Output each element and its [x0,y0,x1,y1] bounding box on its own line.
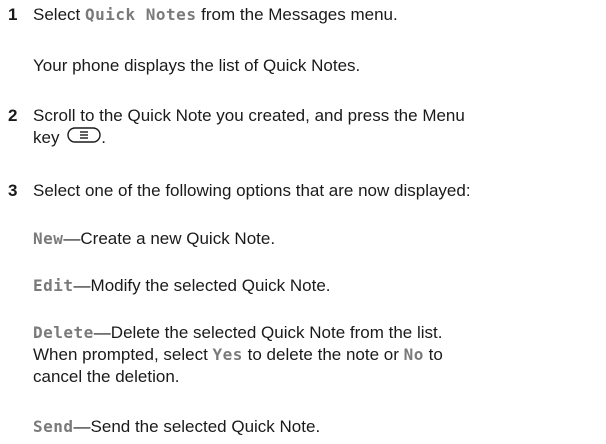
step-1-post: from the Messages menu. [196,5,398,24]
step-2-period: . [101,128,106,147]
delete-line2-post: to [423,345,443,364]
step-1-note: Your phone displays the list of Quick No… [33,56,361,75]
step-number: 2 [8,106,18,125]
manual-page: 1 Select Quick Notes from the Messages m… [0,0,606,444]
option-send: Send—Send the selected Quick Note. [33,416,593,438]
send-term: Send [33,417,74,436]
new-term: New [33,229,64,248]
delete-term: Delete [33,323,94,342]
option-edit-desc: —Modify the selected Quick Note. [73,276,331,295]
delete-line2-pre: When prompted, select [33,345,213,364]
step-2-line-1: Scroll to the Quick Note you created, an… [33,106,465,125]
option-new-desc: —Create a new Quick Note. [63,229,276,248]
option-send-desc: —Send the selected Quick Note. [73,417,321,436]
option-new: New—Create a new Quick Note. [33,228,593,250]
step-2-line-2: key . [33,126,593,150]
no-term: No [403,345,424,364]
option-delete-desc: —Delete the selected Quick Note from the… [93,323,443,342]
step-1-pre: Select [33,5,85,24]
option-edit: Edit—Modify the selected Quick Note. [33,275,593,297]
step-number: 1 [8,5,18,24]
quick-notes-term: Quick Notes [84,5,197,24]
step-text: Scroll to the Quick Note you created, an… [33,105,593,150]
option-delete: Delete—Delete the selected Quick Note fr… [33,322,593,388]
option-delete-line-3: cancel the deletion. [33,367,180,386]
step-number: 3 [8,181,18,200]
step-2-key-word: key [33,128,60,147]
step-text: Select one of the following options that… [33,181,471,200]
menu-key-icon [67,126,101,149]
option-delete-line-1: Delete—Delete the selected Quick Note fr… [33,322,593,344]
yes-term: Yes [212,345,243,364]
delete-line2-mid: to delete the note or [242,345,404,364]
option-delete-line-2: When prompted, select Yes to delete the … [33,344,593,366]
edit-term: Edit [33,276,74,295]
step-text: Select Quick Notes from the Messages men… [33,4,593,26]
